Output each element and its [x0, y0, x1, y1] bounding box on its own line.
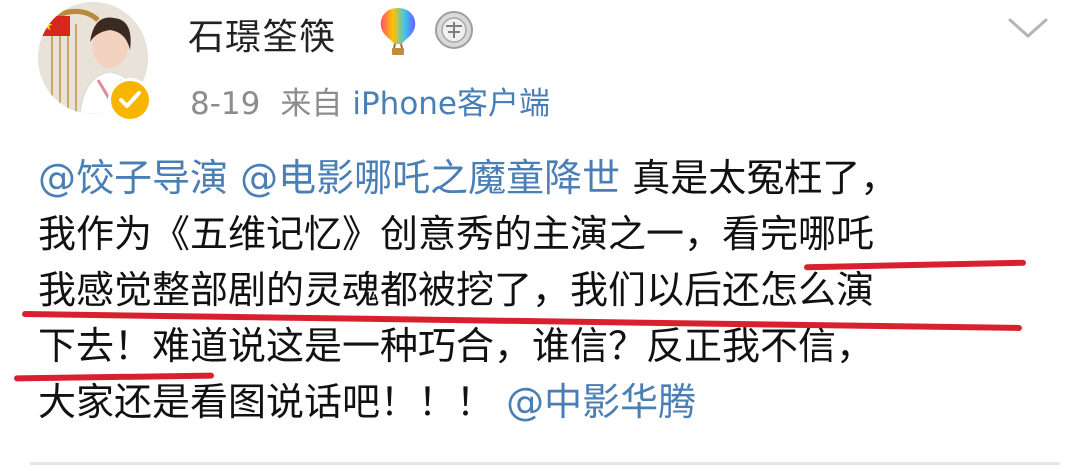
content-line-1: @饺子导演 @电影哪吒之魔童降世 真是太冤枉了， — [38, 150, 1058, 206]
content-text: 大家还是看图说话吧！！！ — [38, 380, 507, 424]
mention-link[interactable]: @饺子导演 — [38, 156, 228, 200]
username[interactable]: 石璟筌筷 — [188, 8, 336, 60]
weibo-post: 石璟筌筷 8-19 来自 iPhone客户端 @饺子导演 @电影哪吒之魔童降世 … — [0, 0, 1078, 471]
mention-link[interactable]: @中影华腾 — [506, 380, 696, 424]
content-line-2: 我作为《五维记忆》创意秀的主演之一，看完哪吒 — [38, 212, 875, 256]
divider — [30, 462, 1060, 465]
content-text: 真是太冤枉了， — [620, 156, 899, 200]
mention-link[interactable]: @电影哪吒之魔童降世 — [240, 156, 620, 200]
chevron-down-icon[interactable] — [1006, 14, 1050, 46]
content-line-3: 我感觉整部剧的灵魂都被挖了，我们以后还怎么演 — [38, 268, 875, 312]
post-meta: 8-19 来自 iPhone客户端 — [190, 78, 550, 123]
medal-icon — [432, 8, 476, 56]
verified-badge-icon — [108, 78, 152, 122]
post-source-link[interactable]: iPhone客户端 — [352, 86, 550, 122]
source-prefix: 来自 — [280, 86, 343, 122]
hot-air-balloon-icon — [376, 6, 420, 60]
post-date: 8-19 — [190, 86, 261, 122]
content-line-5: 大家还是看图说话吧！！！ @中影华腾 — [38, 374, 1058, 430]
post-content: @饺子导演 @电影哪吒之魔童降世 真是太冤枉了， 我作为《五维记忆》创意秀的主演… — [38, 150, 1058, 430]
